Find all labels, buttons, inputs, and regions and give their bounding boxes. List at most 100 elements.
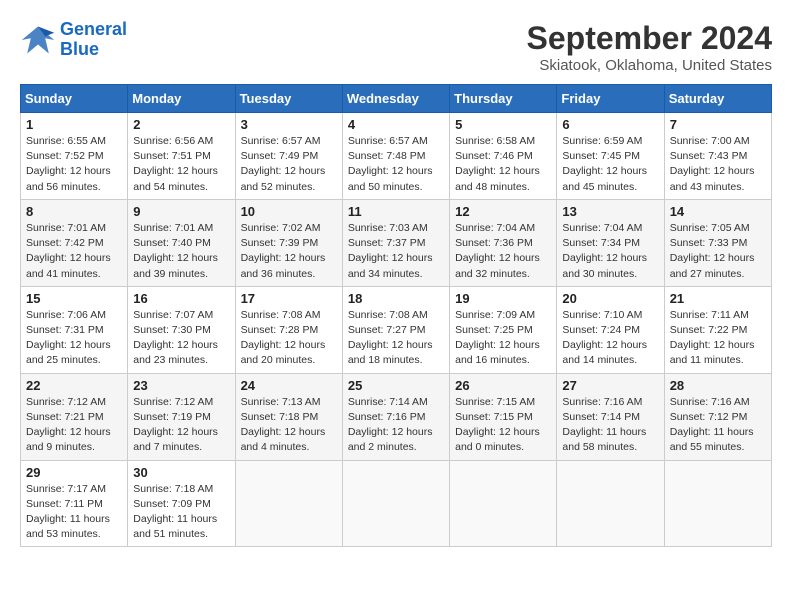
weekday-header-tuesday: Tuesday — [235, 85, 342, 113]
day-info: Sunrise: 6:57 AM Sunset: 7:49 PM Dayligh… — [241, 134, 337, 195]
day-info: Sunrise: 7:08 AM Sunset: 7:28 PM Dayligh… — [241, 308, 337, 369]
day-cell: 25 Sunrise: 7:14 AM Sunset: 7:16 PM Dayli… — [342, 373, 449, 460]
day-number: 17 — [241, 291, 337, 306]
day-cell: 21 Sunrise: 7:11 AM Sunset: 7:22 PM Dayli… — [664, 286, 771, 373]
day-cell: 9Sunrise: 7:01 AM Sunset: 7:40 PM Daylig… — [128, 199, 235, 286]
day-info: Sunrise: 6:55 AM Sunset: 7:52 PM Dayligh… — [26, 134, 122, 195]
day-number: 1 — [26, 117, 122, 132]
day-info: Sunrise: 7:05 AM Sunset: 7:33 PM Dayligh… — [670, 221, 766, 282]
day-info: Sunrise: 7:04 AM Sunset: 7:34 PM Dayligh… — [562, 221, 658, 282]
logo-icon — [20, 22, 56, 58]
day-number: 5 — [455, 117, 551, 132]
day-number: 12 — [455, 204, 551, 219]
day-info: Sunrise: 6:59 AM Sunset: 7:45 PM Dayligh… — [562, 134, 658, 195]
calendar-table: SundayMondayTuesdayWednesdayThursdayFrid… — [20, 84, 772, 547]
day-info: Sunrise: 7:08 AM Sunset: 7:27 PM Dayligh… — [348, 308, 444, 369]
day-cell: 27Sunrise: 7:16 AM Sunset: 7:14 PM Dayli… — [557, 373, 664, 460]
day-info: Sunrise: 7:03 AM Sunset: 7:37 PM Dayligh… — [348, 221, 444, 282]
day-number: 30 — [133, 465, 229, 480]
day-cell — [450, 460, 557, 547]
day-info: Sunrise: 7:02 AM Sunset: 7:39 PM Dayligh… — [241, 221, 337, 282]
day-cell: 29Sunrise: 7:17 AM Sunset: 7:11 PM Dayli… — [21, 460, 128, 547]
day-number: 2 — [133, 117, 229, 132]
day-cell — [557, 460, 664, 547]
title-section: September 2024 Skiatook, Oklahoma, Unite… — [527, 20, 772, 74]
page-title: September 2024 — [527, 20, 772, 57]
day-number: 14 — [670, 204, 766, 219]
day-cell: 11 Sunrise: 7:03 AM Sunset: 7:37 PM Dayli… — [342, 199, 449, 286]
day-cell: 28 Sunrise: 7:16 AM Sunset: 7:12 PM Dayli… — [664, 373, 771, 460]
page-subtitle: Skiatook, Oklahoma, United States — [527, 57, 772, 74]
week-row-4: 22Sunrise: 7:12 AM Sunset: 7:21 PM Dayli… — [21, 373, 772, 460]
day-info: Sunrise: 7:01 AM Sunset: 7:40 PM Dayligh… — [133, 221, 229, 282]
day-info: Sunrise: 7:06 AM Sunset: 7:31 PM Dayligh… — [26, 308, 122, 369]
day-cell — [235, 460, 342, 547]
day-number: 8 — [26, 204, 122, 219]
day-number: 19 — [455, 291, 551, 306]
day-cell: 18 Sunrise: 7:08 AM Sunset: 7:27 PM Dayli… — [342, 286, 449, 373]
day-number: 15 — [26, 291, 122, 306]
day-info: Sunrise: 7:11 AM Sunset: 7:22 PM Dayligh… — [670, 308, 766, 369]
week-row-2: 8Sunrise: 7:01 AM Sunset: 7:42 PM Daylig… — [21, 199, 772, 286]
day-info: Sunrise: 7:16 AM Sunset: 7:12 PM Dayligh… — [670, 395, 766, 456]
day-number: 28 — [670, 378, 766, 393]
day-number: 3 — [241, 117, 337, 132]
day-cell: 10 Sunrise: 7:02 AM Sunset: 7:39 PM Dayli… — [235, 199, 342, 286]
weekday-header-monday: Monday — [128, 85, 235, 113]
day-cell — [664, 460, 771, 547]
day-number: 21 — [670, 291, 766, 306]
day-cell: 13 Sunrise: 7:04 AM Sunset: 7:34 PM Dayli… — [557, 199, 664, 286]
day-cell: 15 Sunrise: 7:06 AM Sunset: 7:31 PM Dayli… — [21, 286, 128, 373]
logo-line1: General — [60, 19, 127, 39]
day-info: Sunrise: 7:10 AM Sunset: 7:24 PM Dayligh… — [562, 308, 658, 369]
day-info: Sunrise: 7:04 AM Sunset: 7:36 PM Dayligh… — [455, 221, 551, 282]
day-number: 7 — [670, 117, 766, 132]
day-cell: 22Sunrise: 7:12 AM Sunset: 7:21 PM Dayli… — [21, 373, 128, 460]
day-cell: 6 Sunrise: 6:59 AM Sunset: 7:45 PM Daylig… — [557, 113, 664, 200]
week-row-1: 1 Sunrise: 6:55 AM Sunset: 7:52 PM Daylig… — [21, 113, 772, 200]
day-cell: 30 Sunrise: 7:18 AM Sunset: 7:09 PM Dayli… — [128, 460, 235, 547]
day-info: Sunrise: 7:13 AM Sunset: 7:18 PM Dayligh… — [241, 395, 337, 456]
calendar-header: SundayMondayTuesdayWednesdayThursdayFrid… — [21, 85, 772, 113]
weekday-header-friday: Friday — [557, 85, 664, 113]
day-cell: 19 Sunrise: 7:09 AM Sunset: 7:25 PM Dayli… — [450, 286, 557, 373]
day-cell: 16Sunrise: 7:07 AM Sunset: 7:30 PM Dayli… — [128, 286, 235, 373]
day-number: 13 — [562, 204, 658, 219]
logo: General Blue — [20, 20, 127, 60]
day-number: 6 — [562, 117, 658, 132]
logo-text: General Blue — [60, 20, 127, 60]
day-info: Sunrise: 7:16 AM Sunset: 7:14 PM Dayligh… — [562, 395, 658, 456]
day-number: 29 — [26, 465, 122, 480]
day-cell: 20Sunrise: 7:10 AM Sunset: 7:24 PM Dayli… — [557, 286, 664, 373]
day-cell: 4Sunrise: 6:57 AM Sunset: 7:48 PM Daylig… — [342, 113, 449, 200]
day-number: 24 — [241, 378, 337, 393]
day-info: Sunrise: 6:58 AM Sunset: 7:46 PM Dayligh… — [455, 134, 551, 195]
day-number: 23 — [133, 378, 229, 393]
day-info: Sunrise: 7:12 AM Sunset: 7:19 PM Dayligh… — [133, 395, 229, 456]
page-header: General Blue September 2024 Skiatook, Ok… — [20, 20, 772, 74]
day-number: 4 — [348, 117, 444, 132]
day-cell: 1 Sunrise: 6:55 AM Sunset: 7:52 PM Daylig… — [21, 113, 128, 200]
week-row-3: 15 Sunrise: 7:06 AM Sunset: 7:31 PM Dayli… — [21, 286, 772, 373]
weekday-header-wednesday: Wednesday — [342, 85, 449, 113]
day-number: 18 — [348, 291, 444, 306]
day-cell: 26Sunrise: 7:15 AM Sunset: 7:15 PM Dayli… — [450, 373, 557, 460]
day-cell: 24 Sunrise: 7:13 AM Sunset: 7:18 PM Dayli… — [235, 373, 342, 460]
day-info: Sunrise: 7:14 AM Sunset: 7:16 PM Dayligh… — [348, 395, 444, 456]
calendar-body: 1 Sunrise: 6:55 AM Sunset: 7:52 PM Daylig… — [21, 113, 772, 547]
day-cell: 7 Sunrise: 7:00 AM Sunset: 7:43 PM Daylig… — [664, 113, 771, 200]
day-number: 25 — [348, 378, 444, 393]
weekday-row: SundayMondayTuesdayWednesdayThursdayFrid… — [21, 85, 772, 113]
weekday-header-sunday: Sunday — [21, 85, 128, 113]
day-cell: 17 Sunrise: 7:08 AM Sunset: 7:28 PM Dayli… — [235, 286, 342, 373]
day-cell: 3 Sunrise: 6:57 AM Sunset: 7:49 PM Daylig… — [235, 113, 342, 200]
logo-line2: Blue — [60, 39, 99, 59]
day-number: 10 — [241, 204, 337, 219]
day-number: 11 — [348, 204, 444, 219]
day-info: Sunrise: 7:18 AM Sunset: 7:09 PM Dayligh… — [133, 482, 229, 543]
day-info: Sunrise: 6:56 AM Sunset: 7:51 PM Dayligh… — [133, 134, 229, 195]
day-info: Sunrise: 7:00 AM Sunset: 7:43 PM Dayligh… — [670, 134, 766, 195]
day-cell: 2 Sunrise: 6:56 AM Sunset: 7:51 PM Daylig… — [128, 113, 235, 200]
weekday-header-thursday: Thursday — [450, 85, 557, 113]
day-info: Sunrise: 7:09 AM Sunset: 7:25 PM Dayligh… — [455, 308, 551, 369]
